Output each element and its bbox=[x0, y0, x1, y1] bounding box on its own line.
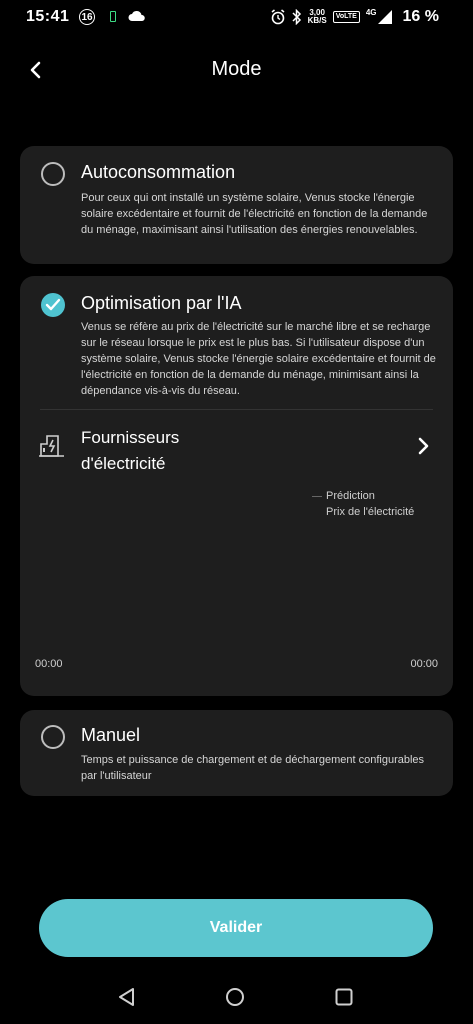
option-description: Temps et puissance de chargement et de d… bbox=[81, 754, 425, 782]
power-station-icon bbox=[39, 435, 64, 457]
nav-recents-icon[interactable] bbox=[333, 986, 355, 1008]
legend-electricity-price: Prix de l'électricité bbox=[326, 506, 415, 518]
electricity-providers-label: Fournisseurs d'électricité bbox=[81, 428, 180, 473]
battery-percentage: 16 % bbox=[402, 8, 439, 25]
alarm-icon bbox=[271, 9, 285, 25]
network-type: 4G bbox=[365, 8, 377, 17]
network-speed: 3,00 KB/S bbox=[307, 8, 327, 25]
divider bbox=[40, 409, 433, 410]
battery-notification-icon bbox=[110, 11, 116, 22]
signal-icon bbox=[377, 10, 392, 24]
page-title: Mode bbox=[211, 58, 262, 80]
chevron-right-icon[interactable] bbox=[417, 436, 431, 456]
notification-badge-icon: 16 bbox=[79, 9, 95, 25]
radio-manuel[interactable] bbox=[41, 725, 65, 749]
option-title: Autoconsommation bbox=[81, 162, 236, 182]
option-optimisation-ia[interactable]: Optimisation par l'IA Venus se réfère au… bbox=[20, 276, 453, 696]
header: Mode bbox=[0, 48, 473, 92]
x-axis-end-label: 00:00 bbox=[410, 658, 438, 670]
legend-line bbox=[312, 496, 322, 497]
price-chart-area bbox=[35, 526, 438, 656]
cloud-icon bbox=[128, 10, 145, 21]
option-manuel[interactable]: Manuel Temps et puissance de chargement … bbox=[20, 710, 453, 796]
status-bar: 15:41 16 3,00 KB/S VoLTE 4G 16 % bbox=[0, 0, 473, 36]
status-icons: 3,00 KB/S VoLTE 4G 16 % bbox=[270, 6, 439, 28]
radio-optimisation-ia[interactable] bbox=[41, 293, 65, 317]
system-nav-bar bbox=[0, 972, 473, 1024]
bluetooth-icon bbox=[292, 9, 301, 25]
option-title: Manuel bbox=[81, 725, 141, 745]
check-icon bbox=[45, 298, 61, 311]
option-description: Pour ceux qui ont installé un système so… bbox=[81, 192, 428, 236]
validate-button[interactable]: Valider bbox=[39, 899, 433, 957]
chart-legend: Prédiction Prix de l'électricité bbox=[312, 488, 414, 520]
option-title: Optimisation par l'IA bbox=[81, 293, 242, 313]
radio-autoconsommation[interactable] bbox=[41, 162, 65, 186]
x-axis-start-label: 00:00 bbox=[35, 658, 63, 670]
option-autoconsommation[interactable]: Autoconsommation Pour ceux qui ont insta… bbox=[20, 146, 453, 264]
legend-prediction: Prédiction bbox=[312, 488, 414, 504]
status-time: 15:41 bbox=[26, 8, 70, 25]
nav-back-icon[interactable] bbox=[116, 986, 138, 1008]
option-description: Venus se réfère au prix de l'électricité… bbox=[81, 321, 436, 397]
electricity-providers-row[interactable]: Fournisseurs d'électricité bbox=[20, 420, 453, 476]
volte-icon: VoLTE bbox=[332, 11, 360, 23]
nav-home-icon[interactable] bbox=[224, 986, 246, 1008]
